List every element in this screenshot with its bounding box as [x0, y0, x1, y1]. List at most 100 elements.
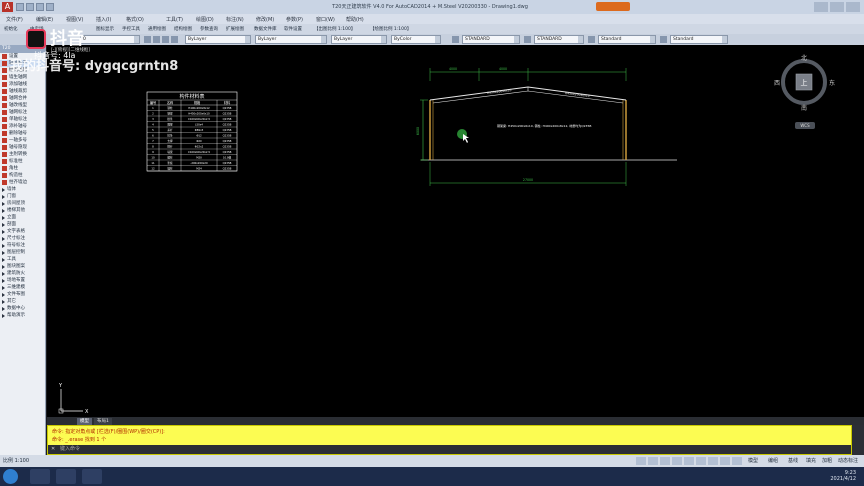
- palette-item-axis-linetype[interactable]: 轴改线型: [0, 102, 45, 109]
- palette-item-symbol[interactable]: 符号标注: [0, 242, 45, 249]
- layer-state-icon[interactable]: [153, 36, 160, 43]
- palette-item-tools[interactable]: 工具: [0, 256, 45, 263]
- palette-item-3d-model[interactable]: 三维建模: [0, 284, 45, 291]
- palette-item-dimension[interactable]: 尺寸标注: [0, 235, 45, 242]
- annotation-scale-icon[interactable]: [720, 457, 730, 465]
- palette-item-layout[interactable]: 文件布图: [0, 291, 45, 298]
- toolbar-tab-tools[interactable]: 手控工具: [122, 26, 140, 32]
- menu-dimension[interactable]: 标注(N): [226, 16, 244, 23]
- menu-insert[interactable]: 插入(I): [96, 16, 111, 23]
- save-icon[interactable]: [36, 3, 44, 11]
- menu-parametric[interactable]: 参数(P): [286, 16, 303, 23]
- palette-item-grid-dim[interactable]: 轴网标注: [0, 109, 45, 116]
- layer-previous-icon[interactable]: [162, 36, 169, 43]
- palette-item-stairs[interactable]: 楼梯其他: [0, 207, 45, 214]
- mleader-style-icon[interactable]: [660, 36, 667, 43]
- osnap-toggle-icon[interactable]: [684, 457, 694, 465]
- status-fill[interactable]: 填充: [806, 457, 816, 464]
- menu-edit[interactable]: 编辑(E): [36, 16, 53, 23]
- menu-modify[interactable]: 修改(M): [256, 16, 274, 23]
- status-group[interactable]: 编组: [768, 457, 778, 464]
- status-bold[interactable]: 加粗: [822, 457, 832, 464]
- toolbar-tab-ext-draw[interactable]: 扩展绘图: [226, 26, 244, 32]
- plot-scale-button[interactable]: 【出图比例 1:100】: [314, 26, 355, 32]
- palette-item-multi-number[interactable]: 一轴多号: [0, 137, 45, 144]
- maximize-button[interactable]: [830, 2, 844, 12]
- palette-item-corner-column[interactable]: 角柱: [0, 165, 45, 172]
- polar-toggle-icon[interactable]: [672, 457, 682, 465]
- linetype-combo[interactable]: ByLayer: [255, 35, 327, 44]
- chevron-down-icon[interactable]: [435, 36, 440, 43]
- material-table[interactable]: 构件材料表 编号 名称 规格 材料 1 钢柱 H400x200x8x12 Q235B 2…: [146, 91, 238, 172]
- compass-west[interactable]: 西: [774, 80, 780, 87]
- toolbar-tab-settings[interactable]: 软件设置: [284, 26, 302, 32]
- palette-item-fire[interactable]: 建筑防火: [0, 270, 45, 277]
- palette-item-wall-grid[interactable]: 墙生轴网: [0, 74, 45, 81]
- portal-frame-elevation[interactable]: H450x200x6x10 H450x200x6x10 钢架梁: H450x20…: [416, 67, 677, 186]
- menu-tools[interactable]: 工具(T): [166, 16, 183, 23]
- notification-badge[interactable]: [596, 2, 630, 11]
- snap-toggle-icon[interactable]: [636, 457, 646, 465]
- undo-icon[interactable]: [46, 3, 54, 11]
- start-button-icon[interactable]: [3, 469, 18, 484]
- table-style-combo[interactable]: Standard: [598, 35, 656, 44]
- make-current-icon[interactable]: [171, 36, 178, 43]
- text-style-combo[interactable]: STANDARD: [462, 35, 520, 44]
- palette-item-help[interactable]: 帮助演示: [0, 312, 45, 319]
- chevron-down-icon[interactable]: [514, 36, 519, 43]
- command-input[interactable]: ✕ 键入命令: [48, 445, 851, 454]
- menu-help[interactable]: 帮助(H): [346, 16, 364, 23]
- chevron-down-icon[interactable]: [134, 36, 139, 43]
- palette-item-text-table[interactable]: 文字表格: [0, 228, 45, 235]
- dim-style-icon[interactable]: [524, 36, 531, 43]
- chevron-down-icon[interactable]: [578, 36, 583, 43]
- taskbar-app-icon[interactable]: [30, 469, 50, 484]
- menu-draw[interactable]: 绘图(D): [196, 16, 214, 23]
- palette-item-structural-column[interactable]: 构造柱: [0, 172, 45, 179]
- status-baseline[interactable]: 基线: [788, 457, 798, 464]
- compass-east[interactable]: 东: [829, 79, 835, 87]
- lineweight-combo[interactable]: ByLayer: [331, 35, 387, 44]
- palette-item-wall[interactable]: 墙体: [0, 186, 45, 193]
- menu-window[interactable]: 窗口(W): [316, 16, 335, 23]
- open-file-icon[interactable]: [26, 3, 34, 11]
- text-style-icon[interactable]: [452, 36, 459, 43]
- chevron-down-icon[interactable]: [650, 36, 655, 43]
- color-combo[interactable]: ByLayer: [185, 35, 251, 44]
- palette-item-elevation[interactable]: 立面: [0, 214, 45, 221]
- chevron-down-icon[interactable]: [245, 36, 250, 43]
- mleader-style-combo[interactable]: Standard: [670, 35, 728, 44]
- palette-item-room-roof[interactable]: 房间屋顶: [0, 200, 45, 207]
- toolbar-tab-init[interactable]: 初始化: [4, 26, 18, 32]
- workspace-icon[interactable]: [732, 457, 742, 465]
- palette-item-hide-number[interactable]: 轴号隐现: [0, 144, 45, 151]
- toolbar-tab-display[interactable]: 图标显示: [96, 26, 114, 32]
- table-style-icon[interactable]: [588, 36, 595, 43]
- close-button[interactable]: [846, 2, 860, 12]
- otrack-toggle-icon[interactable]: [696, 457, 706, 465]
- chevron-down-icon[interactable]: [321, 36, 326, 43]
- dim-style-combo[interactable]: STANDARD: [534, 35, 584, 44]
- toolbar-tab-param-query[interactable]: 参数查询: [200, 26, 218, 32]
- chevron-down-icon[interactable]: [722, 36, 727, 43]
- toolbar-tab-structure-draw[interactable]: 结构绘图: [174, 26, 192, 32]
- draw-scale-button[interactable]: 【绘图比例 1:100】: [370, 26, 411, 32]
- compass-south[interactable]: 南: [801, 104, 807, 112]
- palette-item-trim-axis[interactable]: 轴线裁剪: [0, 88, 45, 95]
- scale-indicator[interactable]: 比例 1:100: [3, 457, 29, 464]
- palette-item-merge-grid[interactable]: 轴网合并: [0, 95, 45, 102]
- taskbar-app-icon[interactable]: [56, 469, 76, 484]
- plotstyle-combo[interactable]: ByColor: [391, 35, 441, 44]
- tab-layout1[interactable]: 布局1: [94, 418, 112, 425]
- drawing-canvas[interactable]: [-][俯视][二维线框] 构件材料表 编号 名称 规格 材料 1 钢柱 H400x…: [47, 45, 864, 417]
- menu-format[interactable]: 格式(O): [126, 16, 144, 23]
- viewcube[interactable]: 上 北 南 东 西 WCS: [774, 54, 835, 129]
- status-model[interactable]: 模型: [748, 457, 758, 464]
- app-logo-icon[interactable]: A: [2, 2, 13, 12]
- menu-file[interactable]: 文件(F): [6, 16, 23, 23]
- palette-item-data-center[interactable]: 数据中心: [0, 305, 45, 312]
- palette-item-main-sub-convert[interactable]: 主附转换: [0, 151, 45, 158]
- palette-item-other[interactable]: 其它: [0, 298, 45, 305]
- system-clock[interactable]: 9:23 2021/4/12: [808, 470, 856, 482]
- palette-item-site[interactable]: 场地布置: [0, 277, 45, 284]
